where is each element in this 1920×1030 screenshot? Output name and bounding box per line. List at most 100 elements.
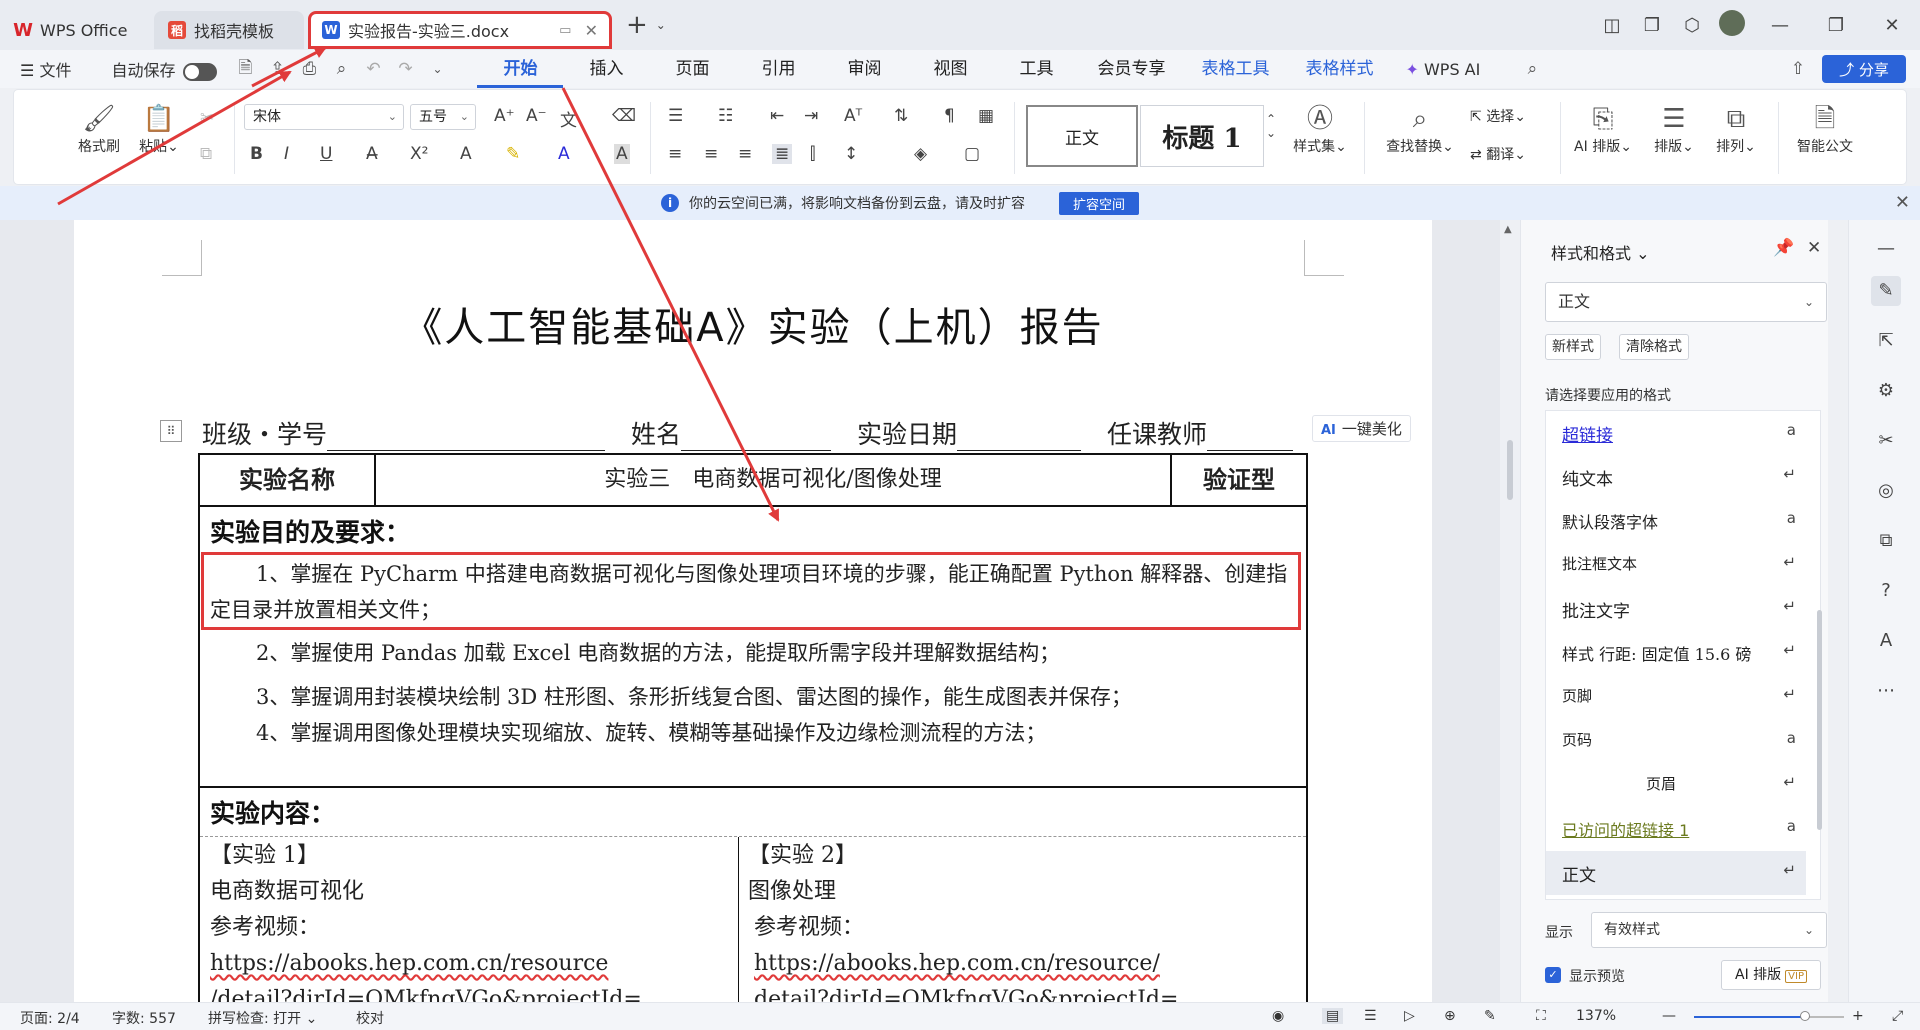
strikethrough-icon[interactable]: A̶ (366, 144, 378, 164)
grow-font-icon[interactable]: A⁺ (494, 106, 515, 126)
new-style-button[interactable]: 新样式 (1545, 334, 1601, 360)
style-pen-icon[interactable]: ✎ (1871, 276, 1901, 306)
panel-title[interactable]: 样式和格式 ⌄ (1551, 240, 1650, 264)
tab-template[interactable]: 稻 找稻壳模板 (154, 11, 304, 49)
chevron-down-icon[interactable]: ⌄ (421, 62, 453, 76)
exp2-url[interactable]: detail?dirId=OMkfngVGo&projectId= (748, 982, 1288, 1002)
translate-button[interactable]: ⇄ 翻译⌄ (1470, 144, 1550, 164)
restore-icon[interactable]: ❐ (1808, 15, 1864, 36)
experiment-name-value[interactable]: 实验三 电商数据可视化/图像处理 (376, 455, 1170, 505)
find-replace-button[interactable]: ⌕ 查找替换⌄ (1380, 102, 1460, 156)
print-preview-icon[interactable]: ⌕ (325, 59, 357, 79)
style-item-comment-box[interactable]: 批注框文本 ↵ (1546, 543, 1806, 587)
align-left-icon[interactable]: ≡ (668, 144, 682, 164)
layout-button[interactable]: ☰ 排版⌄ (1644, 102, 1704, 156)
style-item-visited-link[interactable]: 已访问的超链接 1 a (1546, 807, 1806, 851)
arrange-button[interactable]: ⧉ 排列⌄ (1706, 102, 1766, 156)
tab-tools[interactable]: 工具 (993, 50, 1079, 88)
adjust-icon[interactable]: ⚙ (1871, 376, 1901, 406)
beautify-button[interactable]: AI 一键美化 (1312, 415, 1411, 442)
save-icon[interactable]: 🗎 (229, 55, 261, 84)
upload-cloud-icon[interactable]: ⇧ (1782, 59, 1814, 79)
shrink-font-icon[interactable]: A⁻ (526, 106, 547, 126)
font-size-select[interactable]: 五号 ⌄ (410, 104, 476, 130)
fullscreen-icon[interactable]: ⤢ (1892, 1008, 1903, 1024)
scroll-up-icon[interactable]: ▲ (1504, 224, 1512, 235)
clear-format-button[interactable]: 清除格式 (1619, 334, 1689, 360)
number-list-icon[interactable]: ☷ (718, 106, 733, 126)
file-menu[interactable]: ☰ 文件 (0, 57, 83, 81)
close-window-icon[interactable]: ✕ (1864, 15, 1920, 36)
chevron-down-icon[interactable]: ⌄ (656, 18, 666, 32)
word-count[interactable]: 字数: 557 (112, 1008, 176, 1028)
proofread[interactable]: 校对 (356, 1008, 384, 1028)
exp1-url[interactable]: /detail?dirId=OMkfngVGo&projectId= (210, 982, 730, 1002)
style-item-default-font[interactable]: 默认段落字体 a (1546, 499, 1806, 543)
select-button[interactable]: ⇱ 选择⌄ (1470, 106, 1550, 126)
window-mode-icon[interactable]: ❐ (1632, 15, 1672, 36)
close-panel-icon[interactable]: ✕ (1807, 238, 1821, 258)
print-icon[interactable]: ⎙ (293, 59, 325, 79)
pen-icon[interactable]: ✎ (1484, 1008, 1496, 1024)
search-icon[interactable]: ⌕ (1516, 59, 1548, 79)
redo-icon[interactable]: ↷ (389, 59, 421, 79)
chat-icon[interactable]: ◎ (1871, 476, 1901, 506)
more-icon[interactable]: ⋯ (1871, 676, 1901, 706)
tab-page[interactable]: 页面 (649, 50, 735, 88)
zoom-slider[interactable] (1694, 1011, 1844, 1021)
style-scroll-icon[interactable]: ⌃ ⌄ (1266, 112, 1276, 140)
align-right-icon[interactable]: ≡ (738, 144, 752, 164)
superscript-icon[interactable]: X² (410, 144, 428, 164)
expand-space-button[interactable]: 扩容空间 (1059, 191, 1140, 215)
eye-icon[interactable]: ◉ (1272, 1008, 1284, 1024)
text-effect-icon[interactable]: A (460, 144, 472, 164)
tab-references[interactable]: 引用 (735, 50, 821, 88)
current-style-select[interactable]: 正文 ⌄ (1545, 282, 1827, 322)
style-item-plain-text[interactable]: 纯文本 ↵ (1546, 455, 1806, 499)
decrease-indent-icon[interactable]: ⇤ (770, 106, 784, 126)
document-page[interactable]: 《人工智能基础A》实验（上机）报告 ⠿ 班级・学号 姓名 实验日期 任课教师 AI 一键… (74, 220, 1432, 1002)
tab-home[interactable]: 开始 (477, 50, 564, 88)
table-icon[interactable]: ▦ (978, 106, 994, 126)
document-title[interactable]: 《人工智能基础A》实验（上机）报告 (74, 295, 1432, 353)
experiment-1-cell[interactable]: 【实验 1】 电商数据可视化 参考视频： https://abooks.hep.… (210, 838, 730, 1002)
distribute-icon[interactable]: ⫿ (810, 144, 815, 164)
style-item-header[interactable]: 页眉 ↵ (1546, 763, 1806, 807)
italic-icon[interactable]: I (284, 144, 289, 164)
monitor-icon[interactable]: ▭ (559, 23, 571, 38)
clear-format-icon[interactable]: ⌫ (612, 106, 636, 126)
char-shading-icon[interactable]: A (614, 144, 630, 164)
text-direction-icon[interactable]: Aᵀ (844, 106, 862, 126)
close-tab-icon[interactable]: ✕ (585, 21, 598, 40)
puzzle-icon[interactable]: ⧉ (1871, 526, 1901, 556)
fit-icon[interactable]: ⛶ (1536, 1008, 1546, 1024)
experiment-name-header[interactable]: 实验名称 (200, 455, 374, 505)
cube-icon[interactable]: ⬡ (1672, 15, 1712, 36)
bold-icon[interactable]: B (250, 144, 263, 164)
style-item-normal[interactable]: 正文 ↵ (1546, 851, 1806, 895)
minimize-icon[interactable]: — (1752, 15, 1808, 36)
spell-check[interactable]: 拼写检查: 打开 ⌄ (208, 1008, 317, 1028)
paste-button[interactable]: 📋 粘贴⌄ (134, 102, 184, 156)
zoom-slider-knob[interactable] (1800, 1011, 1810, 1021)
objective-item[interactable]: 3、掌握调用封装模块绘制 3D 柱形图、条形折线复合图、雷达图的操作，能生成图表… (210, 679, 1290, 715)
content-heading[interactable]: 实验内容： (210, 794, 335, 830)
zoom-level[interactable]: 137% (1576, 1008, 1616, 1024)
style-heading-1[interactable]: 标题 1 (1140, 105, 1264, 167)
translate-side-icon[interactable]: A (1871, 626, 1901, 656)
document-scrollbar[interactable]: ▲ (1500, 220, 1520, 1002)
share-button[interactable]: ⤴ 分享 (1822, 55, 1906, 83)
cut-icon[interactable]: ✂ (200, 108, 214, 128)
copy-icon[interactable]: ⧉ (200, 144, 212, 164)
smart-doc-button[interactable]: 🗎 智能公文 (1790, 102, 1860, 156)
autosave-toggle[interactable] (183, 62, 218, 81)
table-move-handle[interactable]: ⠿ (160, 420, 182, 442)
shading-icon[interactable]: ◈ (914, 144, 927, 164)
exp2-url[interactable]: https://abooks.hep.com.cn/resource/ (748, 946, 1288, 982)
ai-layout-panel-button[interactable]: AI 排版 VIP (1721, 960, 1821, 990)
outline-view-icon[interactable]: ☰ (1364, 1008, 1377, 1024)
screenshot-icon[interactable]: ◫ (1592, 15, 1632, 36)
tab-review[interactable]: 审阅 (821, 50, 907, 88)
scrollbar-thumb[interactable] (1507, 440, 1513, 500)
align-center-icon[interactable]: ≡ (704, 144, 718, 164)
